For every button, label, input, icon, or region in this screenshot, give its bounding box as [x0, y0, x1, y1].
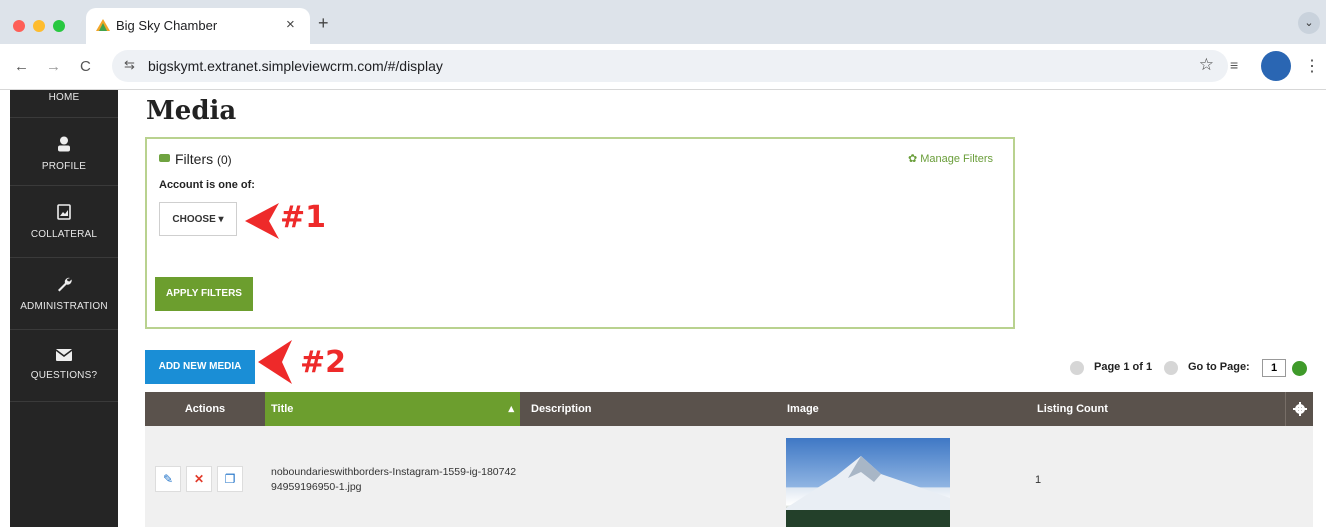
collapse-toggle-icon[interactable]	[159, 154, 170, 162]
back-icon[interactable]: ←	[14, 58, 29, 75]
sidebar-item-label: COLLATERAL	[30, 229, 98, 240]
page-indicator: Page 1 of 1	[1094, 361, 1153, 373]
tab-title: Big Sky Chamber	[116, 18, 218, 33]
sidebar-item-questions[interactable]: QUESTIONS?	[10, 330, 118, 402]
tab-search-button[interactable]: ⌄	[1298, 12, 1320, 34]
gear-icon	[1293, 402, 1307, 416]
filters-heading[interactable]: Filters (0)	[159, 151, 232, 167]
forward-icon[interactable]: →	[46, 58, 61, 75]
add-new-media-button[interactable]: ADD NEW MEDIA	[145, 350, 255, 384]
prev-page-icon[interactable]	[1070, 361, 1084, 375]
image-icon	[57, 204, 71, 220]
column-header-listing-count[interactable]: Listing Count	[1033, 392, 1283, 426]
sort-asc-icon: ▴	[508, 403, 514, 415]
column-header-actions: Actions	[184, 403, 226, 415]
column-title-label: Title	[271, 403, 294, 415]
callout-label: #2	[300, 345, 347, 380]
filters-count: (0)	[217, 153, 232, 167]
table-header: Actions Title ▴ Description Image Listin…	[145, 392, 1313, 426]
copy-button[interactable]: ❐	[217, 466, 243, 492]
browser-toolbar: ← → C ⇆ bigskymt.extranet.simpleviewcrm.…	[0, 44, 1326, 90]
profile-avatar[interactable]	[1261, 51, 1291, 81]
sidebar-item-label: PROFILE	[41, 161, 87, 172]
column-header-title[interactable]: Title ▴	[265, 392, 520, 426]
tab-close-icon[interactable]: ×	[286, 16, 295, 33]
reading-list-icon[interactable]: ≡	[1230, 57, 1238, 73]
sidebar-item-administration[interactable]: ADMINISTRATION	[10, 258, 118, 330]
media-title-cell: noboundarieswithborders-Instagram-1559-i…	[271, 466, 517, 493]
table-row: ✎ ✕ ❐ noboundarieswithborders-Instagram-…	[145, 426, 1313, 527]
callout-label: #1	[280, 200, 327, 235]
reload-icon[interactable]: C	[80, 58, 91, 75]
gear-icon: ✿	[907, 153, 918, 165]
filters-label: Filters	[175, 151, 214, 167]
sidebar-item-collateral[interactable]: COLLATERAL	[10, 186, 118, 258]
person-icon	[58, 136, 70, 152]
bookmark-star-icon[interactable]: ☆	[1199, 55, 1214, 75]
sidebar: HOME PROFILE COLLATERAL ADMINISTRATION Q…	[10, 90, 118, 527]
wrench-icon	[58, 277, 72, 292]
go-page-icon[interactable]	[1292, 361, 1307, 376]
browser-tab-bar: Big Sky Chamber × + ⌄	[0, 0, 1326, 44]
column-header-description[interactable]: Description	[525, 392, 775, 426]
pencil-icon: ✎	[162, 472, 174, 486]
edit-button[interactable]: ✎	[155, 466, 181, 492]
address-bar[interactable]: ⇆ bigskymt.extranet.simpleviewcrm.com/#/…	[112, 50, 1228, 82]
page-number-input[interactable]: 1	[1262, 359, 1286, 377]
close-window-button[interactable]	[13, 20, 25, 32]
sidebar-item-label: QUESTIONS?	[30, 370, 98, 381]
account-filter-label: Account is one of:	[159, 179, 255, 191]
site-settings-icon[interactable]: ⇆	[124, 57, 135, 73]
page-title: Media	[146, 96, 237, 126]
goto-page-label: Go to Page:	[1188, 361, 1250, 373]
close-icon: ✕	[193, 472, 205, 486]
caret-down-icon: ▾	[218, 214, 224, 225]
apply-filters-button[interactable]: APPLY FILTERS	[155, 277, 253, 311]
new-tab-button[interactable]: +	[318, 13, 329, 34]
envelope-icon	[55, 349, 73, 361]
browser-menu-icon[interactable]: ⋮	[1304, 56, 1320, 76]
sidebar-item-home[interactable]: HOME	[10, 90, 118, 118]
mountain-image-icon	[786, 456, 950, 527]
delete-button[interactable]: ✕	[186, 466, 212, 492]
zoom-window-button[interactable]	[53, 20, 65, 32]
favicon-icon	[96, 19, 110, 31]
listing-count-cell: 1	[1035, 474, 1042, 486]
sidebar-item-label: HOME	[48, 92, 80, 103]
column-header-image[interactable]: Image	[781, 392, 1031, 426]
table-settings-button[interactable]	[1285, 392, 1313, 426]
sidebar-item-profile[interactable]: PROFILE	[10, 118, 118, 186]
copy-icon: ❐	[224, 472, 236, 486]
browser-tab[interactable]: Big Sky Chamber ×	[86, 8, 310, 44]
minimize-window-button[interactable]	[33, 20, 45, 32]
callout-arrow-icon	[245, 203, 279, 239]
choose-label: CHOOSE	[172, 214, 216, 225]
callout-arrow-icon	[258, 340, 292, 384]
choose-dropdown[interactable]: CHOOSE ▾	[159, 202, 237, 236]
sidebar-item-label: ADMINISTRATION	[20, 301, 108, 312]
manage-filters-link[interactable]: ✿ Manage Filters	[908, 152, 993, 165]
url-text[interactable]: bigskymt.extranet.simpleviewcrm.com/#/di…	[148, 58, 443, 74]
manage-filters-label: Manage Filters	[920, 153, 993, 165]
media-thumbnail[interactable]	[786, 438, 950, 527]
next-page-icon[interactable]	[1164, 361, 1178, 375]
